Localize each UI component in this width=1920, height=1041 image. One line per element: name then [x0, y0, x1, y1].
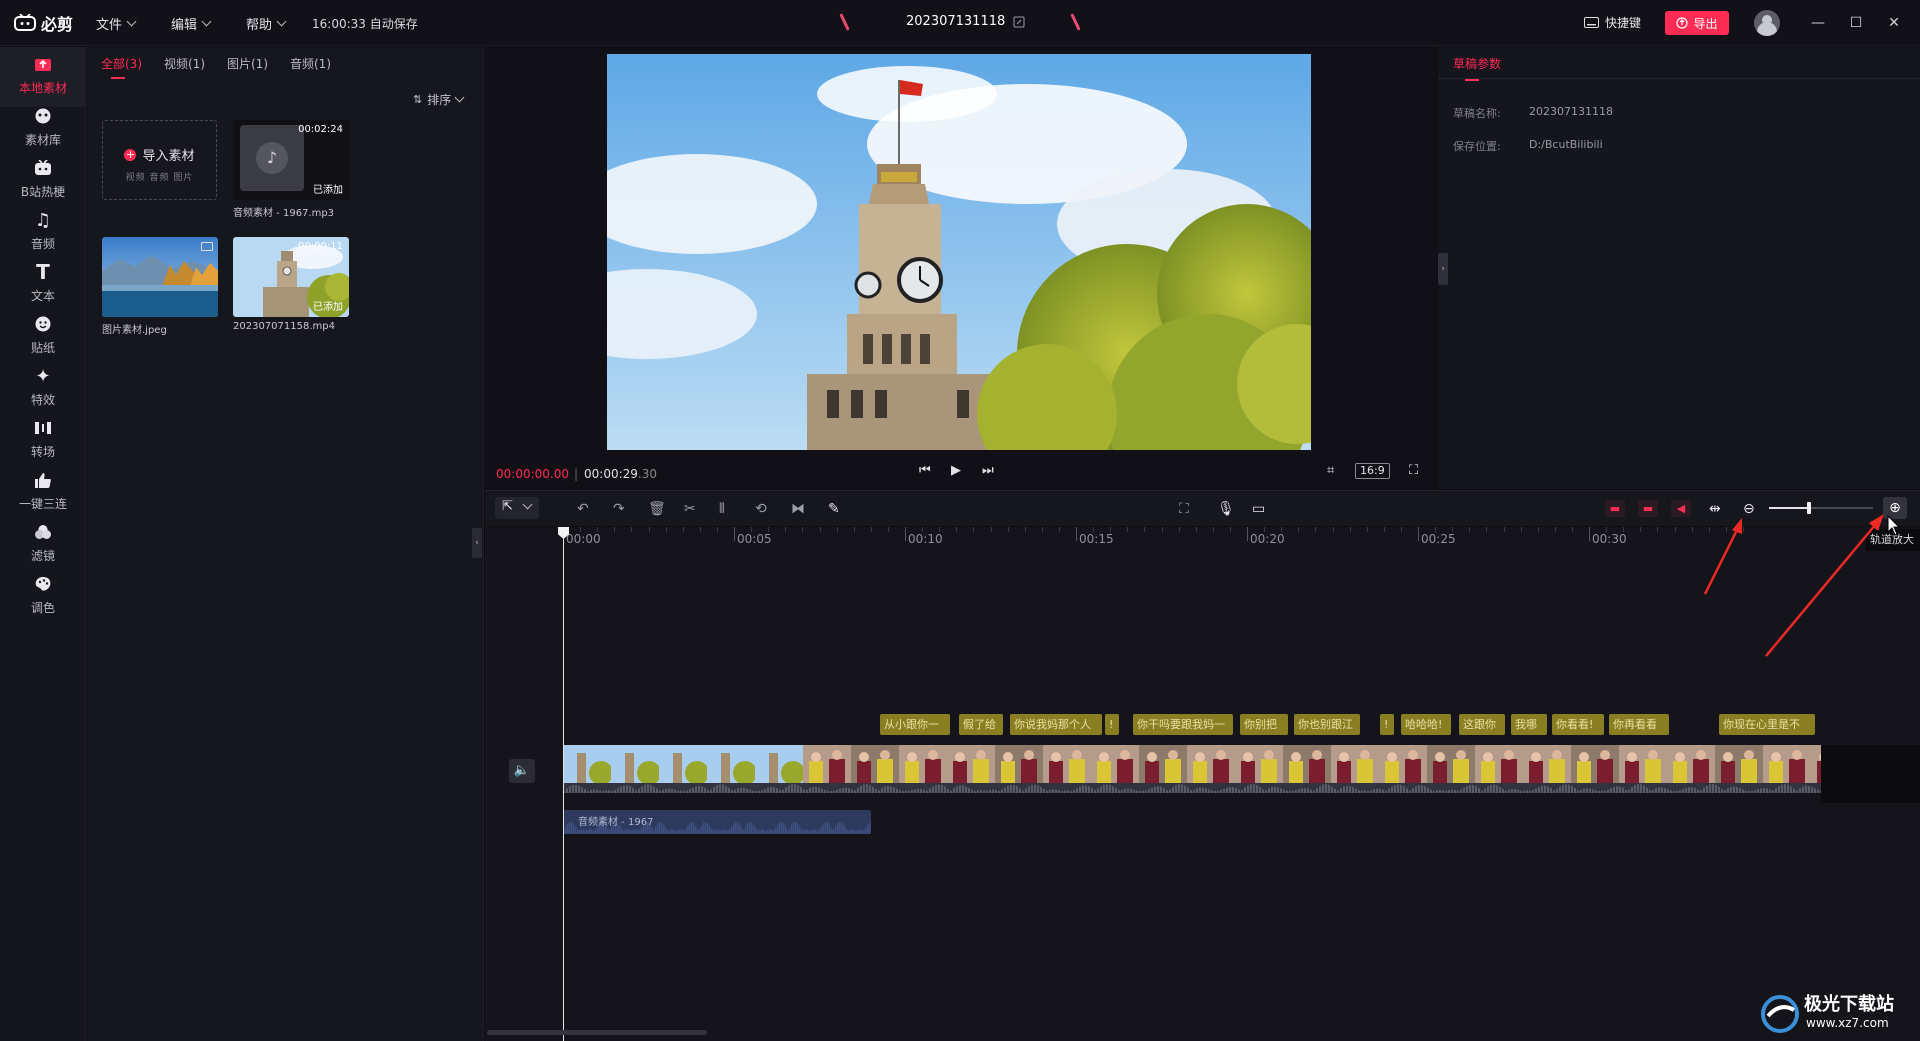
- annotation-arrow-zoom-in: [1765, 514, 1884, 657]
- mouse-cursor-icon: [1887, 514, 1901, 536]
- site-watermark: 极光下载站 www.xz7.com: [1760, 988, 1920, 1038]
- watermark-logo-icon: [1761, 995, 1799, 1033]
- watermark-url: www.xz7.com: [1806, 1016, 1889, 1030]
- annotation-arrows: [1703, 514, 1901, 657]
- annotation-arrow-zoom-out: [1703, 518, 1742, 595]
- watermark-site-name: 极光下载站: [1804, 994, 1894, 1015]
